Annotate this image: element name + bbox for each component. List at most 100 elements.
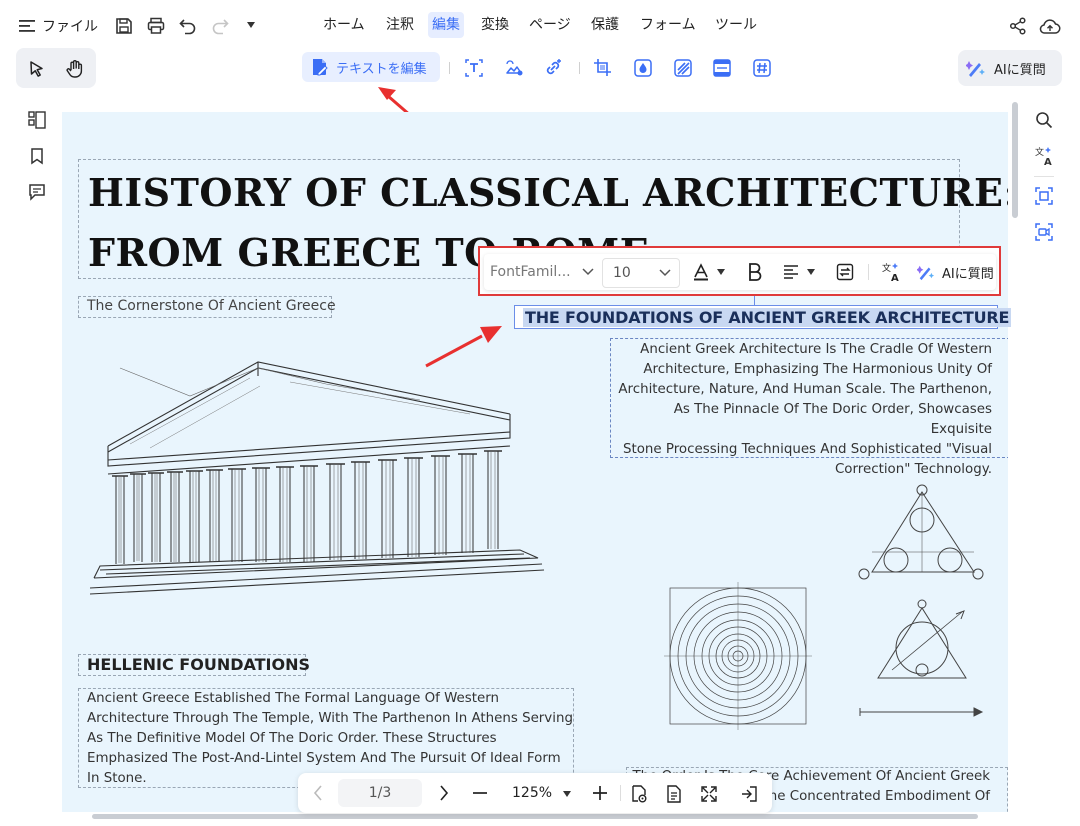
quick-access-dropdown-icon[interactable] [244, 18, 258, 32]
cloud-upload-icon[interactable] [1038, 15, 1062, 37]
menu-edit[interactable]: 編集 [428, 12, 464, 38]
parthenon-illustration [90, 361, 545, 595]
header-footer-icon[interactable] [711, 57, 733, 79]
right-paragraph: Ancient Greek Architecture Is The Cradle… [614, 340, 992, 480]
zoom-dropdown-icon[interactable] [562, 789, 572, 799]
reading-mode-icon[interactable] [628, 783, 650, 805]
menu-protect[interactable]: 保護 [587, 12, 623, 38]
translate-icon[interactable]: 文A [1033, 145, 1055, 167]
menu-annotate[interactable]: 注釈 [382, 12, 418, 38]
font-color-dropdown-icon[interactable] [716, 267, 726, 277]
vertical-scrollbar[interactable] [1012, 102, 1018, 218]
edit-text-button[interactable]: テキストを編集 [302, 52, 440, 82]
undo-icon[interactable] [178, 16, 198, 36]
save-icon[interactable] [114, 16, 134, 36]
hand-pan-icon[interactable] [64, 58, 86, 80]
screenshot-icon[interactable] [1033, 185, 1055, 207]
svg-text:文: 文 [1035, 146, 1044, 158]
sidebar-divider [1034, 176, 1054, 177]
triangle-circles-illustration [858, 484, 984, 717]
ai-sparkle-icon[interactable] [916, 262, 936, 282]
font-family-value: FontFamil... [490, 264, 571, 280]
ai-ask-button[interactable]: AIに質問 [958, 50, 1062, 86]
share-icon[interactable] [1008, 16, 1028, 36]
font-size-select[interactable]: 10 [602, 258, 680, 288]
menu-page[interactable]: ページ [525, 12, 575, 38]
top-menu-bar: ファイル ホーム 注釈 編集 変換 ページ 保護 フォーム ツール [0, 0, 1080, 50]
bates-number-icon[interactable] [751, 57, 773, 79]
edit-text-label: テキストを編集 [336, 61, 427, 77]
next-page-icon[interactable] [434, 783, 454, 803]
toolbar-divider [449, 62, 450, 74]
zoom-out-icon[interactable] [470, 783, 490, 803]
rotate-handle-line [754, 296, 755, 305]
select-cursor-icon[interactable] [26, 58, 48, 80]
paragraph-line: As The Pinnacle Of The Doric Order, Show… [673, 402, 992, 437]
comment-icon[interactable] [26, 181, 48, 203]
menu-tools[interactable]: ツール [711, 12, 761, 38]
ai-sparkle-icon [966, 58, 986, 78]
add-link-icon[interactable] [542, 57, 564, 79]
left-sidebar [16, 100, 56, 212]
paragraph-line: Emphasized The Post-And-Lintel System An… [87, 751, 561, 766]
background-icon[interactable] [672, 57, 694, 79]
bookmark-icon[interactable] [26, 145, 48, 167]
chevron-down-icon [659, 268, 671, 278]
add-image-icon[interactable] [503, 57, 525, 79]
redo-icon[interactable] [210, 16, 230, 36]
font-size-value: 10 [613, 265, 631, 281]
paragraph-line: Stone Processing Techniques And Sophisti… [622, 442, 992, 457]
hamburger-menu-icon[interactable] [18, 17, 36, 35]
search-icon[interactable] [1033, 109, 1055, 131]
page-view-icon[interactable] [663, 783, 685, 805]
zoom-level[interactable]: 125% [512, 779, 552, 807]
selected-heading-text: THE FOUNDATIONS OF ANCIENT GREEK ARCHITE… [523, 308, 1012, 327]
page-navigation-bar: 1/3 125% [298, 773, 772, 813]
right-sidebar: 文A [1024, 100, 1064, 250]
exit-icon[interactable] [738, 783, 760, 805]
horizontal-scrollbar[interactable] [92, 814, 978, 819]
print-icon[interactable] [146, 16, 166, 36]
edit-text-icon [310, 57, 330, 77]
crop-icon[interactable] [592, 57, 614, 79]
paragraph-line: Architecture Through The Temple, With Th… [87, 711, 573, 726]
paragraph-line: Architecture, Nature, And Human Scale. T… [618, 382, 992, 397]
pager-divider [620, 785, 621, 801]
selected-heading-box[interactable]: THE FOUNDATIONS OF ANCIENT GREEK ARCHITE… [514, 305, 1012, 329]
menu-form[interactable]: フォーム [636, 12, 700, 38]
file-menu[interactable]: ファイル [42, 16, 98, 36]
title-line-1: HISTORY OF CLASSICAL ARCHITECTURE: [88, 170, 1008, 215]
page-indicator[interactable]: 1/3 [338, 779, 422, 807]
edit-toolbar: テキストを編集 [300, 48, 784, 88]
add-text-icon[interactable] [463, 57, 485, 79]
zoom-in-icon[interactable] [590, 783, 610, 803]
paragraph-line: Ancient Greek Architecture Is The Cradle… [640, 342, 992, 357]
concentric-circles-illustration [664, 582, 812, 730]
format-toolbar: FontFamil... 10 文 A AIに質問 [484, 254, 996, 290]
align-dropdown-icon[interactable] [806, 267, 816, 277]
font-color-icon[interactable] [690, 261, 712, 283]
ai-ask-label: AIに質問 [994, 62, 1046, 78]
screen-record-icon[interactable] [1033, 221, 1055, 243]
toolbar-divider [868, 264, 869, 280]
watermark-icon[interactable] [632, 57, 654, 79]
menu-convert[interactable]: 変換 [477, 12, 513, 38]
chevron-down-icon [582, 267, 594, 277]
svg-text:文: 文 [882, 262, 891, 274]
align-icon[interactable] [780, 261, 802, 283]
font-family-select[interactable]: FontFamil... [484, 258, 602, 288]
subtitle-text: The Cornerstone Of Ancient Greece [87, 298, 336, 314]
translate-icon[interactable]: 文A [880, 261, 902, 283]
menu-home[interactable]: ホーム [319, 12, 369, 38]
bold-icon[interactable] [744, 261, 766, 283]
hellenic-heading: HELLENIC FOUNDATIONS [87, 655, 311, 674]
format-toolbar-highlight: FontFamil... 10 文 A AIに質問 [478, 246, 1001, 296]
prev-page-icon[interactable] [308, 783, 328, 803]
svg-text:A: A [1044, 157, 1052, 166]
replace-icon[interactable] [834, 261, 856, 283]
format-ai-ask-button[interactable]: AIに質問 [942, 263, 994, 282]
svg-text:A: A [891, 273, 899, 282]
fit-page-icon[interactable] [698, 783, 720, 805]
thumbnails-icon[interactable] [26, 109, 48, 131]
document-page: HISTORY OF CLASSICAL ARCHITECTURE: FROM … [62, 112, 1008, 812]
